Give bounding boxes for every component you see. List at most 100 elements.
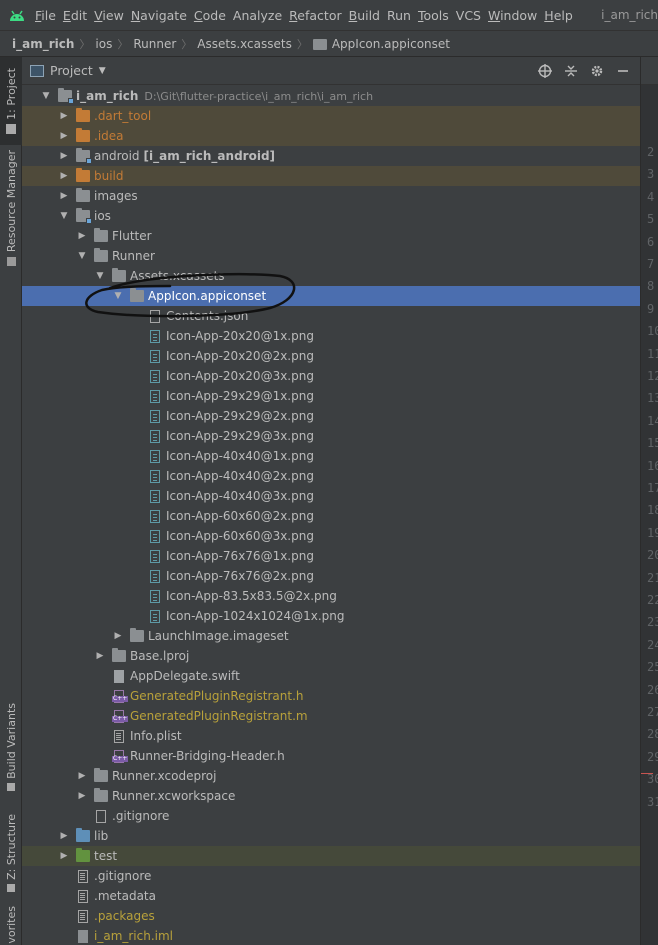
tree-node[interactable]: ▼ ios (22, 206, 640, 226)
menu-file[interactable]: File (35, 8, 63, 23)
tree-node[interactable]: ▶.gitignore (22, 866, 640, 886)
collapse-all-icon[interactable] (558, 62, 584, 80)
tree-node[interactable]: ▶Icon-App-76x76@2x.png (22, 566, 640, 586)
menu-build[interactable]: Build (349, 8, 387, 23)
image-file-icon (150, 389, 160, 403)
menu-edit[interactable]: Edit (63, 8, 94, 23)
project-view-selector[interactable]: Project (50, 63, 93, 78)
tree-node[interactable]: ▶Icon-App-60x60@3x.png (22, 526, 640, 546)
tree-node[interactable]: ▶GeneratedPluginRegistrant.m (22, 706, 640, 726)
menu-vcs[interactable]: VCS (456, 8, 488, 23)
expand-arrow-right-icon[interactable]: ▶ (112, 631, 124, 641)
expand-arrow-right-icon[interactable]: ▶ (58, 831, 70, 841)
favorites-tool-tab[interactable]: vorites (0, 905, 22, 945)
tree-node[interactable]: ▶ LaunchImage.imageset (22, 626, 640, 646)
resource-manager-tool-tab[interactable]: Resource Manager (0, 149, 22, 267)
tree-node[interactable]: ▶Icon-App-29x29@3x.png (22, 426, 640, 446)
tree-node[interactable]: ▼ Runner (22, 246, 640, 266)
tree-node[interactable]: ▶Icon-App-20x20@1x.png (22, 326, 640, 346)
breadcrumb-item[interactable]: Runner (133, 37, 176, 51)
expand-arrow-right-icon[interactable]: ▶ (58, 851, 70, 861)
tree-node[interactable]: ▶ images (22, 186, 640, 206)
gear-icon[interactable] (584, 62, 610, 80)
expand-arrow-right-icon[interactable]: ▶ (58, 151, 70, 161)
tree-node[interactable]: ▶AppDelegate.swift (22, 666, 640, 686)
line-number: 8 (647, 279, 655, 294)
tree-node[interactable]: ▶ .dart_tool (22, 106, 640, 126)
tree-node[interactable]: ▼ Assets.xcassets (22, 266, 640, 286)
tree-node[interactable]: ▶ Flutter (22, 226, 640, 246)
tree-node[interactable]: ▶ android [i_am_rich_android] (22, 146, 640, 166)
expand-arrow-down-icon[interactable]: ▼ (76, 251, 88, 261)
expand-arrow-right-icon[interactable]: ▶ (58, 191, 70, 201)
tree-node[interactable]: ▶Contents.json (22, 306, 640, 326)
menu-code[interactable]: Code (194, 8, 233, 23)
breadcrumb-item[interactable]: i_am_rich (12, 37, 74, 51)
tree-node[interactable]: ▶ lib (22, 826, 640, 846)
text-file-icon (78, 889, 88, 903)
expand-arrow-right-icon[interactable]: ▶ (76, 231, 88, 241)
tree-node[interactable]: ▶Icon-App-60x60@2x.png (22, 506, 640, 526)
tree-node[interactable]: ▼ i_am_rich D:\Git\flutter-practice\i_am_r… (22, 86, 640, 106)
tree-node[interactable]: ▶.packages (22, 906, 640, 926)
structure-tool-tab[interactable]: Z: Structure (0, 809, 22, 897)
expand-arrow-down-icon[interactable]: ▼ (94, 271, 106, 281)
expand-arrow-right-icon[interactable]: ▶ (58, 171, 70, 181)
tree-node[interactable]: ▶ Base.lproj (22, 646, 640, 666)
build-variants-tab-label: Build Variants (4, 703, 18, 779)
excluded-folder-icon (76, 128, 90, 142)
tree-node[interactable]: ▼ AppIcon.appiconset (22, 286, 640, 306)
expand-arrow-down-icon[interactable]: ▼ (58, 211, 70, 221)
text-file-icon (78, 909, 88, 923)
breadcrumb-item[interactable]: ios (95, 37, 112, 51)
expand-arrow-down-icon[interactable]: ▼ (40, 91, 52, 101)
tree-node[interactable]: ▶Runner-Bridging-Header.h (22, 746, 640, 766)
tree-node[interactable]: ▶Icon-App-40x40@1x.png (22, 446, 640, 466)
tree-node[interactable]: ▶ test (22, 846, 640, 866)
expand-arrow-right-icon[interactable]: ▶ (94, 651, 106, 661)
tree-node[interactable]: ▶i_am_rich.iml (22, 926, 640, 945)
expand-arrow-right-icon[interactable]: ▶ (76, 771, 88, 781)
tree-node[interactable]: ▶Icon-App-40x40@2x.png (22, 466, 640, 486)
tree-node[interactable]: ▶ build (22, 166, 640, 186)
tree-node[interactable]: ▶Icon-App-76x76@1x.png (22, 546, 640, 566)
menu-window[interactable]: Window (488, 8, 544, 23)
tree-node[interactable]: ▶Icon-App-20x20@3x.png (22, 366, 640, 386)
menu-analyze[interactable]: Analyze (233, 8, 289, 23)
menu-refactor[interactable]: Refactor (289, 8, 348, 23)
menu-view[interactable]: View (94, 8, 131, 23)
project-tree[interactable]: ▼ i_am_rich D:\Git\flutter-practice\i_am_r… (22, 86, 640, 945)
tree-node[interactable]: ▶Info.plist (22, 726, 640, 746)
menu-navigate[interactable]: Navigate (131, 8, 194, 23)
build-variants-tool-tab[interactable]: Build Variants (0, 697, 22, 797)
tree-node[interactable]: ▶Icon-App-29x29@1x.png (22, 386, 640, 406)
minimize-icon[interactable] (610, 62, 636, 80)
menu-run[interactable]: Run (387, 8, 418, 23)
tree-node[interactable]: ▶Icon-App-29x29@2x.png (22, 406, 640, 426)
breadcrumb-item[interactable]: Assets.xcassets (197, 37, 292, 51)
tree-node[interactable]: ▶ Runner.xcodeproj (22, 766, 640, 786)
menu-tools[interactable]: Tools (418, 8, 456, 23)
tree-node-label: .metadata (94, 889, 156, 903)
expand-arrow-right-icon[interactable]: ▶ (58, 111, 70, 121)
tree-node[interactable]: ▶GeneratedPluginRegistrant.h (22, 686, 640, 706)
tree-node[interactable]: ▶Icon-App-20x20@2x.png (22, 346, 640, 366)
line-number: 26 (647, 682, 658, 697)
tree-node[interactable]: ▶.gitignore (22, 806, 640, 826)
project-tool-tab[interactable]: 1: Project (0, 57, 22, 145)
menu-help[interactable]: Help (544, 8, 580, 23)
tree-node[interactable]: ▶Icon-App-40x40@3x.png (22, 486, 640, 506)
expand-arrow-right-icon[interactable]: ▶ (76, 791, 88, 801)
expand-arrow-down-icon[interactable]: ▼ (112, 291, 124, 301)
tree-node[interactable]: ▶Icon-App-83.5x83.5@2x.png (22, 586, 640, 606)
chevron-down-icon[interactable]: ▼ (99, 66, 106, 76)
globe-icon[interactable] (532, 62, 558, 80)
tree-node[interactable]: ▶ Runner.xcworkspace (22, 786, 640, 806)
tree-node[interactable]: ▶.metadata (22, 886, 640, 906)
tree-node[interactable]: ▶Icon-App-1024x1024@1x.png (22, 606, 640, 626)
tree-node[interactable]: ▶ .idea (22, 126, 640, 146)
breadcrumb-item[interactable]: AppIcon.appiconset (332, 37, 450, 51)
tree-node-label: Assets.xcassets (130, 269, 225, 283)
tree-node-label: AppIcon.appiconset (148, 289, 267, 303)
expand-arrow-right-icon[interactable]: ▶ (58, 131, 70, 141)
